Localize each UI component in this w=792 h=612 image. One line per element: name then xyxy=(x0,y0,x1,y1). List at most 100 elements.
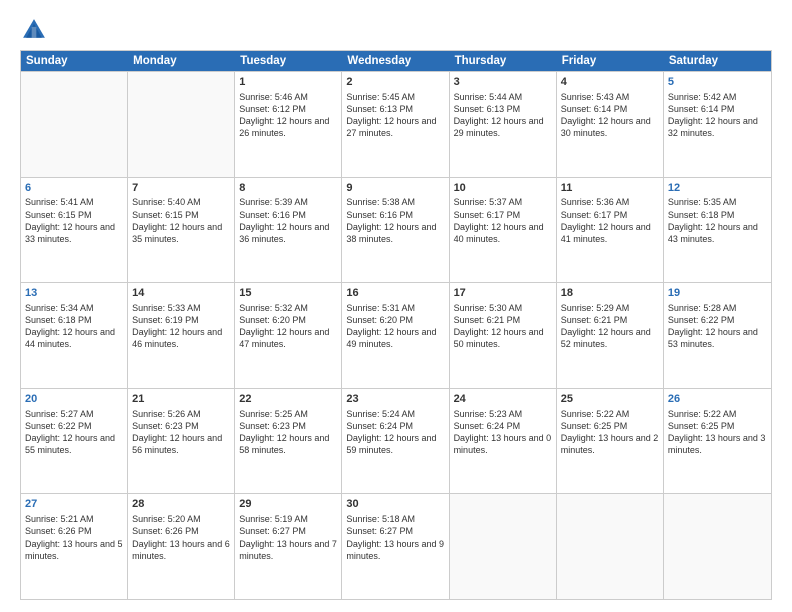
cal-cell: 30Sunrise: 5:18 AMSunset: 6:27 PMDayligh… xyxy=(342,494,449,599)
week-row-1: 1Sunrise: 5:46 AMSunset: 6:12 PMDaylight… xyxy=(21,71,771,177)
day-info: Sunrise: 5:29 AM xyxy=(561,302,659,314)
calendar-body: 1Sunrise: 5:46 AMSunset: 6:12 PMDaylight… xyxy=(21,71,771,599)
cal-cell: 22Sunrise: 5:25 AMSunset: 6:23 PMDayligh… xyxy=(235,389,342,494)
day-info: Sunrise: 5:24 AM xyxy=(346,408,444,420)
day-info: Sunset: 6:27 PM xyxy=(239,525,337,537)
calendar: SundayMondayTuesdayWednesdayThursdayFrid… xyxy=(20,50,772,600)
day-info: Sunrise: 5:45 AM xyxy=(346,91,444,103)
day-info: Sunset: 6:23 PM xyxy=(239,420,337,432)
day-info: Sunset: 6:26 PM xyxy=(132,525,230,537)
day-info: Sunrise: 5:44 AM xyxy=(454,91,552,103)
day-info: Daylight: 12 hours and 36 minutes. xyxy=(239,221,337,245)
cal-cell: 6Sunrise: 5:41 AMSunset: 6:15 PMDaylight… xyxy=(21,178,128,283)
day-info: Sunrise: 5:20 AM xyxy=(132,513,230,525)
cal-cell xyxy=(128,72,235,177)
day-info: Sunrise: 5:26 AM xyxy=(132,408,230,420)
cal-cell xyxy=(21,72,128,177)
cal-cell: 5Sunrise: 5:42 AMSunset: 6:14 PMDaylight… xyxy=(664,72,771,177)
day-info: Sunrise: 5:21 AM xyxy=(25,513,123,525)
day-info: Sunrise: 5:28 AM xyxy=(668,302,767,314)
day-number: 16 xyxy=(346,286,444,301)
day-info: Sunset: 6:14 PM xyxy=(668,103,767,115)
day-number: 23 xyxy=(346,392,444,407)
cal-cell xyxy=(664,494,771,599)
calendar-header: SundayMondayTuesdayWednesdayThursdayFrid… xyxy=(21,51,771,71)
cal-cell: 21Sunrise: 5:26 AMSunset: 6:23 PMDayligh… xyxy=(128,389,235,494)
page: SundayMondayTuesdayWednesdayThursdayFrid… xyxy=(0,0,792,612)
cal-cell: 4Sunrise: 5:43 AMSunset: 6:14 PMDaylight… xyxy=(557,72,664,177)
day-info: Daylight: 13 hours and 6 minutes. xyxy=(132,538,230,562)
day-number: 10 xyxy=(454,181,552,196)
day-number: 22 xyxy=(239,392,337,407)
header-day-sunday: Sunday xyxy=(21,51,128,71)
header-day-friday: Friday xyxy=(557,51,664,71)
day-info: Daylight: 12 hours and 50 minutes. xyxy=(454,326,552,350)
day-info: Sunset: 6:21 PM xyxy=(561,314,659,326)
day-info: Sunrise: 5:38 AM xyxy=(346,196,444,208)
day-info: Sunrise: 5:34 AM xyxy=(25,302,123,314)
day-info: Sunrise: 5:30 AM xyxy=(454,302,552,314)
day-info: Sunrise: 5:22 AM xyxy=(561,408,659,420)
day-info: Sunset: 6:14 PM xyxy=(561,103,659,115)
cal-cell: 9Sunrise: 5:38 AMSunset: 6:16 PMDaylight… xyxy=(342,178,449,283)
day-info: Daylight: 13 hours and 0 minutes. xyxy=(454,432,552,456)
cal-cell: 19Sunrise: 5:28 AMSunset: 6:22 PMDayligh… xyxy=(664,283,771,388)
day-info: Daylight: 12 hours and 44 minutes. xyxy=(25,326,123,350)
day-info: Sunrise: 5:40 AM xyxy=(132,196,230,208)
day-info: Daylight: 12 hours and 52 minutes. xyxy=(561,326,659,350)
day-number: 2 xyxy=(346,75,444,90)
day-info: Sunset: 6:15 PM xyxy=(25,209,123,221)
day-info: Sunrise: 5:39 AM xyxy=(239,196,337,208)
day-info: Daylight: 12 hours and 56 minutes. xyxy=(132,432,230,456)
cal-cell: 1Sunrise: 5:46 AMSunset: 6:12 PMDaylight… xyxy=(235,72,342,177)
day-info: Sunrise: 5:35 AM xyxy=(668,196,767,208)
cal-cell: 26Sunrise: 5:22 AMSunset: 6:25 PMDayligh… xyxy=(664,389,771,494)
header-day-wednesday: Wednesday xyxy=(342,51,449,71)
day-info: Sunrise: 5:36 AM xyxy=(561,196,659,208)
cal-cell: 14Sunrise: 5:33 AMSunset: 6:19 PMDayligh… xyxy=(128,283,235,388)
day-info: Daylight: 12 hours and 33 minutes. xyxy=(25,221,123,245)
day-info: Sunrise: 5:25 AM xyxy=(239,408,337,420)
week-row-4: 20Sunrise: 5:27 AMSunset: 6:22 PMDayligh… xyxy=(21,388,771,494)
cal-cell: 12Sunrise: 5:35 AMSunset: 6:18 PMDayligh… xyxy=(664,178,771,283)
day-info: Sunset: 6:21 PM xyxy=(454,314,552,326)
day-number: 21 xyxy=(132,392,230,407)
day-info: Daylight: 12 hours and 35 minutes. xyxy=(132,221,230,245)
week-row-5: 27Sunrise: 5:21 AMSunset: 6:26 PMDayligh… xyxy=(21,493,771,599)
day-number: 17 xyxy=(454,286,552,301)
day-info: Daylight: 12 hours and 43 minutes. xyxy=(668,221,767,245)
cal-cell: 13Sunrise: 5:34 AMSunset: 6:18 PMDayligh… xyxy=(21,283,128,388)
day-number: 7 xyxy=(132,181,230,196)
day-number: 4 xyxy=(561,75,659,90)
day-info: Sunrise: 5:32 AM xyxy=(239,302,337,314)
day-number: 1 xyxy=(239,75,337,90)
cal-cell: 25Sunrise: 5:22 AMSunset: 6:25 PMDayligh… xyxy=(557,389,664,494)
cal-cell: 28Sunrise: 5:20 AMSunset: 6:26 PMDayligh… xyxy=(128,494,235,599)
day-info: Daylight: 12 hours and 49 minutes. xyxy=(346,326,444,350)
header-day-saturday: Saturday xyxy=(664,51,771,71)
day-info: Sunrise: 5:18 AM xyxy=(346,513,444,525)
cal-cell: 7Sunrise: 5:40 AMSunset: 6:15 PMDaylight… xyxy=(128,178,235,283)
header-day-monday: Monday xyxy=(128,51,235,71)
cal-cell: 8Sunrise: 5:39 AMSunset: 6:16 PMDaylight… xyxy=(235,178,342,283)
day-info: Sunset: 6:13 PM xyxy=(454,103,552,115)
day-info: Sunset: 6:18 PM xyxy=(25,314,123,326)
cal-cell: 27Sunrise: 5:21 AMSunset: 6:26 PMDayligh… xyxy=(21,494,128,599)
day-number: 20 xyxy=(25,392,123,407)
day-info: Daylight: 12 hours and 40 minutes. xyxy=(454,221,552,245)
day-info: Daylight: 12 hours and 38 minutes. xyxy=(346,221,444,245)
cal-cell xyxy=(450,494,557,599)
logo-icon xyxy=(20,16,48,44)
day-info: Sunset: 6:22 PM xyxy=(668,314,767,326)
day-info: Sunset: 6:22 PM xyxy=(25,420,123,432)
day-number: 27 xyxy=(25,497,123,512)
cal-cell: 24Sunrise: 5:23 AMSunset: 6:24 PMDayligh… xyxy=(450,389,557,494)
day-number: 28 xyxy=(132,497,230,512)
day-info: Daylight: 12 hours and 46 minutes. xyxy=(132,326,230,350)
day-number: 12 xyxy=(668,181,767,196)
day-info: Daylight: 13 hours and 5 minutes. xyxy=(25,538,123,562)
day-info: Daylight: 12 hours and 32 minutes. xyxy=(668,115,767,139)
day-info: Daylight: 12 hours and 41 minutes. xyxy=(561,221,659,245)
week-row-2: 6Sunrise: 5:41 AMSunset: 6:15 PMDaylight… xyxy=(21,177,771,283)
day-info: Sunset: 6:25 PM xyxy=(668,420,767,432)
